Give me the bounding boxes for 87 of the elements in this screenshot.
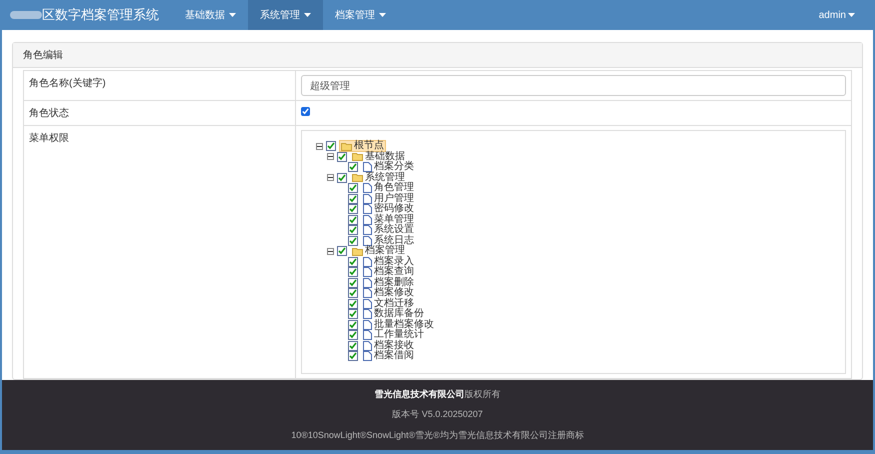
tree-checkbox[interactable]: [348, 204, 358, 214]
app-title: 区数字档案管理系统: [42, 6, 159, 24]
folder-icon: [352, 246, 363, 256]
tree-checkbox[interactable]: [348, 214, 358, 225]
tree-checkbox[interactable]: [348, 351, 358, 362]
tree-checkbox[interactable]: [337, 172, 347, 183]
tree-node-label: 菜单管理: [374, 214, 414, 225]
tree-node-label: 数据库备份: [374, 309, 424, 320]
tree-checkbox[interactable]: [348, 194, 358, 204]
file-icon: [363, 330, 372, 340]
collapse-icon[interactable]: [327, 248, 334, 255]
tree-node[interactable]: 角色管理: [361, 182, 416, 194]
file-icon: [363, 194, 372, 204]
panel-title: 角色编辑: [23, 48, 63, 62]
folder-icon: [352, 173, 363, 182]
tree-checkbox[interactable]: [348, 340, 358, 351]
tree-checkbox[interactable]: [337, 246, 347, 256]
caret-icon: [379, 13, 386, 17]
file-icon: [363, 267, 372, 278]
tree-node-label: 密码修改: [374, 204, 414, 214]
file-icon: [363, 183, 372, 194]
tree-checkbox[interactable]: [348, 225, 358, 236]
file-icon: [363, 309, 372, 320]
footer-text: 雪光信息技术有限公司版权所有: [374, 388, 500, 401]
tree-checkbox[interactable]: [348, 330, 358, 340]
file-icon: [363, 236, 372, 246]
tree-node-label: 文档迁移: [374, 298, 414, 309]
caret-icon: [304, 13, 311, 17]
tree-checkbox[interactable]: [326, 141, 336, 152]
redacted-block: [10, 11, 42, 19]
tree-node-label: 根节点: [354, 141, 384, 152]
file-icon: [363, 278, 372, 288]
footer-text: 版本号 V5.0.20250207: [392, 408, 483, 422]
file-icon: [363, 298, 372, 309]
role-name-field[interactable]: 超级管理: [301, 75, 846, 96]
footer-text: 10®10SnowLight®SnowLight®雪光®均为雪光信息技术有限公司注册商标: [291, 428, 584, 442]
tree-checkbox[interactable]: [348, 256, 358, 267]
file-icon: [363, 256, 372, 267]
tree-node-label: 档案管理: [365, 246, 405, 256]
tree-node-label: 系统管理: [365, 172, 405, 183]
tree-checkbox[interactable]: [337, 152, 347, 162]
tree-node-label: 档案修改: [374, 288, 414, 298]
collapse-icon[interactable]: [327, 174, 334, 182]
tree-checkbox[interactable]: [348, 267, 358, 278]
field-label: 角色名称(关键字): [24, 70, 296, 100]
tree-node-label: 批量档案修改: [374, 320, 434, 330]
file-icon: [363, 320, 372, 330]
tree-checkbox[interactable]: [348, 298, 358, 309]
file-icon: [363, 351, 372, 362]
status-checkbox[interactable]: [301, 107, 310, 116]
tree-node-label: 系统设置: [374, 225, 414, 236]
tree-node-label: 档案分类: [374, 162, 414, 172]
collapse-icon[interactable]: [316, 142, 323, 150]
nav-menu[interactable]: 基础数据: [173, 0, 248, 30]
tree-node-label: 档案接收: [374, 340, 414, 351]
nav-menu[interactable]: 档案管理: [323, 0, 398, 30]
tree-checkbox[interactable]: [348, 278, 358, 288]
nav-menu[interactable]: 系统管理: [248, 0, 323, 30]
tree-node-label: 档案查询: [374, 267, 414, 278]
field-label: 角色状态: [24, 100, 296, 126]
collapse-icon[interactable]: [327, 153, 334, 160]
tree-node-label: 角色管理: [374, 183, 414, 194]
user-menu[interactable]: admin: [818, 8, 855, 22]
file-icon: [363, 225, 372, 236]
file-icon: [363, 214, 372, 225]
tree-node-label: 档案借阅: [374, 351, 414, 362]
file-icon: [363, 162, 372, 172]
tree-node-label: 系统日志: [374, 236, 414, 246]
file-icon: [363, 340, 372, 351]
file-icon: [363, 204, 372, 214]
file-icon: [363, 288, 372, 298]
tree-checkbox[interactable]: [348, 236, 358, 246]
tree-node[interactable]: 档案借阅: [361, 350, 416, 362]
tree-checkbox[interactable]: [348, 288, 358, 298]
tree-node-label: 档案录入: [374, 256, 414, 267]
folder-icon: [341, 142, 352, 151]
tree-node-label: 档案删除: [374, 278, 414, 288]
tree-node-label: 工作量统计: [374, 330, 424, 340]
field-label: 菜单权限: [24, 126, 296, 378]
tree-checkbox[interactable]: [348, 162, 358, 172]
caret-icon: [848, 13, 855, 17]
tree-node-label: 基础数据: [365, 152, 405, 162]
tree-checkbox[interactable]: [348, 320, 358, 330]
tree-checkbox[interactable]: [348, 309, 358, 320]
tree-checkbox[interactable]: [348, 183, 358, 194]
tree-node-label: 用户管理: [374, 194, 414, 204]
caret-icon: [229, 13, 236, 17]
